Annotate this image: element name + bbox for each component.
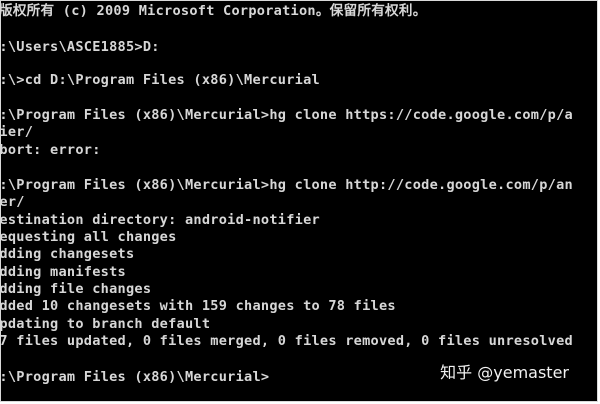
terminal-line-added-changesets: added 10 changesets with 159 changes to … — [0, 298, 396, 314]
terminal-line-adding-manifests: adding manifests — [0, 264, 126, 280]
terminal-line-adding-file-changes: adding file changes — [0, 281, 152, 297]
terminal-line-hg-clone-https: D:\Program Files (x86)\Mercurial>hg clon… — [0, 107, 573, 123]
watermark: 知乎 @yemaster — [440, 359, 569, 383]
terminal-line-updating-branch: updating to branch default — [0, 316, 211, 332]
terminal-line-requesting-all-changes: requesting all changes — [0, 229, 177, 245]
terminal-line-adding-changesets: adding changesets — [0, 246, 135, 262]
terminal-line-hg-clone-http: D:\Program Files (x86)\Mercurial>hg clon… — [0, 177, 573, 193]
terminal-line-copyright: 版权所有 (c) 2009 Microsoft Corporation。保留所有… — [0, 3, 427, 19]
terminal-line-fier: fier/ — [0, 124, 34, 140]
terminal-line-abort-error: abort: error: — [0, 142, 101, 158]
terminal-line-users: C:\Users\ASCE1885>D: — [0, 39, 160, 55]
terminal-line-files-updated: 77 files updated, 0 files merged, 0 file… — [0, 333, 573, 349]
terminal-line-ier: ier/ — [0, 194, 25, 210]
terminal-line-cd-mercurial: D:\>cd D:\Program Files (x86)\Mercurial — [0, 72, 320, 88]
terminal-window[interactable]: 版权所有 (c) 2009 Microsoft Corporation。保留所有… — [0, 0, 598, 402]
terminal-line-destination-directory: destination directory: android-notifier — [0, 212, 320, 228]
terminal-line-prompt: D:\Program Files (x86)\Mercurial> — [0, 369, 270, 385]
watermark-text: 知乎 @yemaster — [440, 363, 569, 382]
